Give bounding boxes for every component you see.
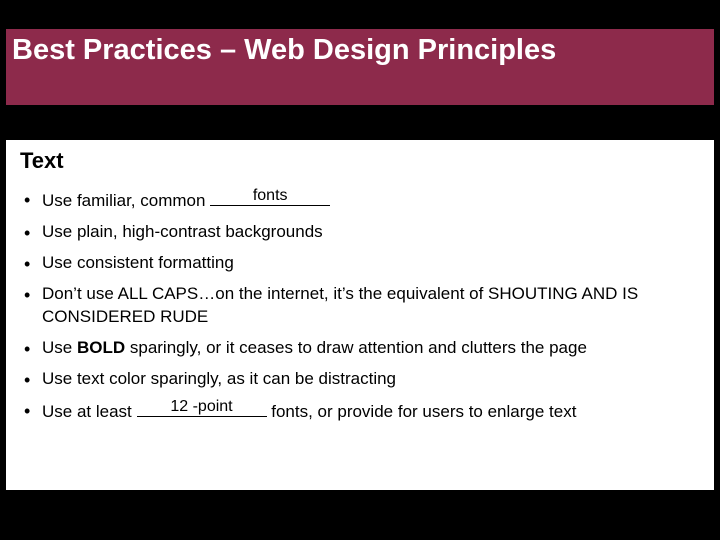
bold-word: BOLD xyxy=(77,338,125,357)
list-item: Use text color sparingly, as it can be d… xyxy=(20,368,700,391)
section-heading: Text xyxy=(20,148,700,174)
fill-in-blank: 12 -point xyxy=(137,399,267,417)
bullet-text-pre: Use at least xyxy=(42,402,137,421)
bullet-text-post: fonts, or provide for users to enlarge t… xyxy=(267,402,577,421)
list-item: Use plain, high-contrast backgrounds xyxy=(20,221,700,244)
bullet-list: Use familiar, common fonts Use plain, hi… xyxy=(20,188,700,424)
body-panel: Text Use familiar, common fonts Use plai… xyxy=(6,140,714,490)
fill-in-blank: fonts xyxy=(210,188,330,206)
bullet-text: Don’t use ALL CAPS…on the internet, it’s… xyxy=(42,284,638,326)
bullet-text: Use consistent formatting xyxy=(42,253,234,272)
list-item: Use at least 12 -point fonts, or provide… xyxy=(20,399,700,424)
bullet-text-post: sparingly, or it ceases to draw attentio… xyxy=(125,338,587,357)
list-item: Use BOLD sparingly, or it ceases to draw… xyxy=(20,337,700,360)
list-item: Don’t use ALL CAPS…on the internet, it’s… xyxy=(20,283,700,329)
bullet-text-pre: Use xyxy=(42,338,77,357)
list-item: Use familiar, common fonts xyxy=(20,188,700,213)
bullet-text: Use text color sparingly, as it can be d… xyxy=(42,369,396,388)
blank-answer: fonts xyxy=(210,188,330,204)
list-item: Use consistent formatting xyxy=(20,252,700,275)
bullet-text: Use familiar, common xyxy=(42,191,210,210)
slide-title: Best Practices – Web Design Principles xyxy=(12,35,556,67)
title-band: Best Practices – Web Design Principles xyxy=(6,26,714,108)
bullet-text: Use plain, high-contrast backgrounds xyxy=(42,222,323,241)
slide: Best Practices – Web Design Principles T… xyxy=(0,0,720,540)
blank-answer: 12 -point xyxy=(137,399,267,415)
